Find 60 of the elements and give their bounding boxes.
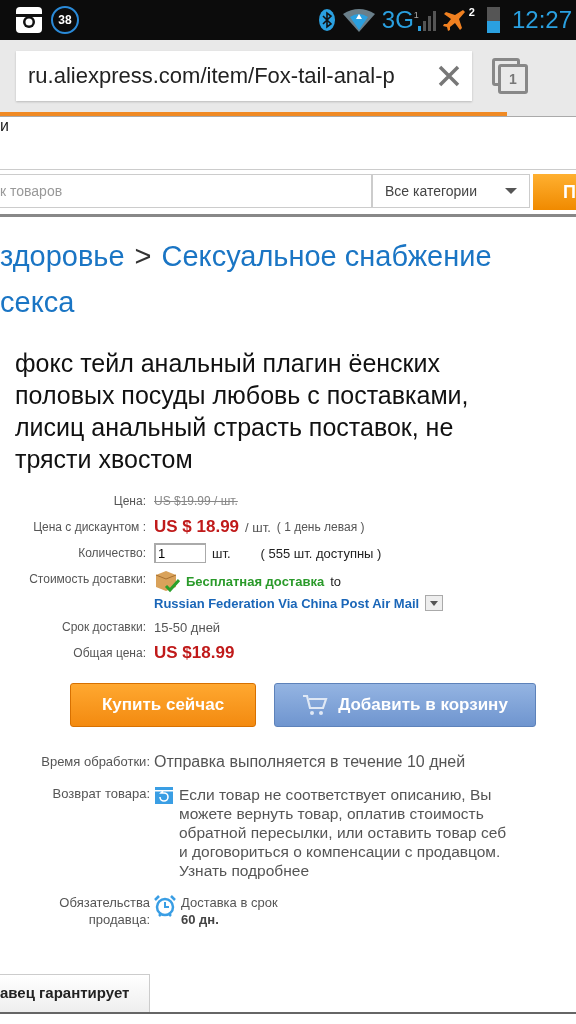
category-dropdown[interactable]: Все категории — [372, 174, 530, 208]
breadcrumb-separator: > — [134, 239, 152, 274]
bluetooth-icon — [317, 8, 336, 32]
return-policy-line: можете вернуть товар, оплатив стоимость — [179, 804, 485, 823]
free-shipping-text: Бесплатная доставка — [186, 573, 325, 589]
url-text: ru.aliexpress.com/item/Fox-tail-anal-p — [28, 63, 395, 89]
address-field[interactable]: ru.aliexpress.com/item/Fox-tail-anal-p — [16, 51, 472, 101]
unit-text: шт. — [212, 545, 231, 561]
signal-icon — [416, 8, 437, 32]
return-policy-line: Если товар не соответствует описанию, Вы — [179, 785, 493, 804]
seller-guarantee-tab[interactable]: авец гарантирует — [0, 974, 151, 1012]
alarm-clock-icon — [154, 894, 176, 918]
battery-icon — [486, 7, 500, 33]
stock-text: ( 555 шт. доступны ) — [260, 545, 382, 561]
shipping-to-text: to — [330, 573, 342, 589]
field-label: Цена с дискаунтом : — [32, 519, 146, 536]
add-to-cart-button[interactable]: Добавить в корзину — [274, 683, 536, 727]
dropdown-button[interactable] — [425, 595, 444, 611]
field-label: продавца: — [87, 911, 150, 928]
field-label: Стоимость доставки: — [28, 571, 146, 588]
seller-days: 60 дн. — [181, 911, 278, 928]
sim-label: 2 — [468, 6, 475, 18]
breadcrumb-link[interactable]: секса — [0, 279, 75, 325]
network-type: 3G — [381, 6, 414, 34]
breadcrumb-link[interactable]: Сексуальное снабжение — [161, 233, 492, 279]
airplane-icon — [442, 8, 467, 32]
seller-promise: Доставка в срок — [181, 894, 278, 911]
old-price: US $19.99 / шт. — [154, 494, 238, 508]
sim-label: 1 — [413, 10, 419, 20]
delivery-time: 15-50 дней — [154, 619, 221, 635]
field-label: Время обработки: — [40, 753, 150, 771]
discount-note: ( 1 день левая ) — [276, 520, 365, 534]
unit-text: / шт. — [245, 519, 271, 535]
field-label: Количество: — [77, 545, 146, 562]
return-policy-line: и договориться о компенсации с продавцом. — [179, 842, 502, 861]
field-label: Обязательства — [58, 894, 150, 911]
learn-more-link[interactable]: Узнать подробнее — [179, 861, 507, 880]
close-icon[interactable] — [438, 65, 460, 87]
return-policy-line: обратной пересылки, или оставить товар себ — [179, 823, 507, 842]
total-price: US $18.99 — [154, 643, 235, 663]
notification-badge: 38 — [51, 6, 79, 34]
field-label: Цена: — [112, 493, 146, 510]
field-label: Общая цена: — [72, 645, 146, 662]
product-title: фокс тейл анальный плагин ёенских половых посуды любовь с поставками, лисиц анальный страсть поставок, не трясти хвостом — [15, 348, 470, 475]
discount-price: US $ 18.99 — [154, 517, 240, 537]
page-text: и — [0, 118, 9, 134]
shipping-method-link[interactable]: Russian Federation Via China Post Air Mail — [154, 595, 420, 611]
return-icon — [154, 785, 174, 805]
quantity-field[interactable]: 1 — [154, 543, 206, 563]
field-label: Срок доставки: — [61, 619, 146, 636]
search-field[interactable]: к товаров — [0, 174, 372, 208]
field-label: Возврат товара: — [51, 785, 150, 803]
package-icon — [154, 569, 180, 593]
cart-icon — [302, 694, 329, 716]
camera-icon — [15, 6, 43, 34]
breadcrumb-link[interactable]: здоровье — [0, 233, 125, 279]
processing-text: Отправка выполняется в течение 10 дней — [154, 753, 466, 770]
clock: 12:27 — [511, 6, 572, 34]
caret-icon — [505, 188, 517, 194]
wifi-icon — [341, 8, 376, 32]
